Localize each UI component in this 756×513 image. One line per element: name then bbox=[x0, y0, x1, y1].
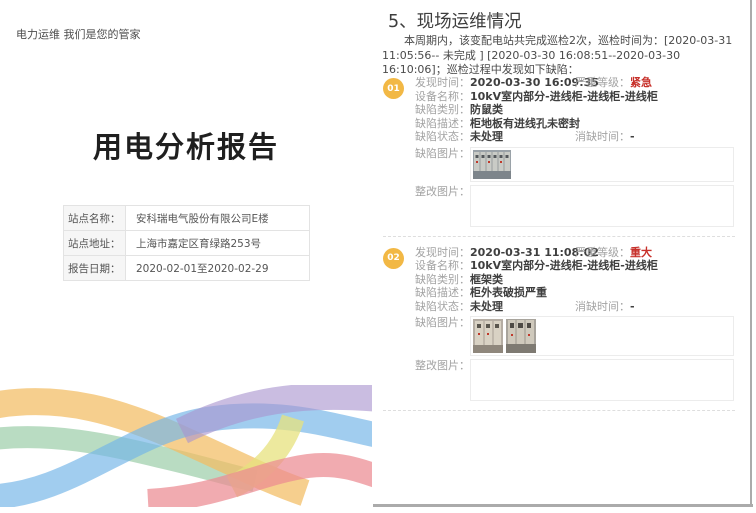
site-info-table: 站点名称： 安科瑞电气股份有限公司E楼 站点地址： 上海市嘉定区育绿路253号 … bbox=[63, 205, 310, 281]
found-time-label: 发现时间： bbox=[415, 76, 470, 89]
defect-status-label: 缺陷状态： bbox=[415, 130, 470, 143]
defect-status-label: 缺陷状态： bbox=[415, 300, 470, 313]
defect-status-value: 未处理 bbox=[470, 300, 503, 313]
clear-time-value: - bbox=[630, 300, 635, 313]
device-name-label: 设备名称： bbox=[415, 259, 470, 272]
table-row: 站点名称： 安科瑞电气股份有限公司E楼 bbox=[64, 206, 310, 231]
defect-record: 01 发现时间：2020-03-30 16:09:35 严重等级：紧急 设备名称… bbox=[383, 76, 735, 227]
severity-pair: 严重等级：重大 bbox=[575, 246, 652, 260]
rectify-photos-box bbox=[470, 359, 734, 401]
company-slogan: 电力运维 我们是您的管家 bbox=[16, 26, 141, 42]
severity-pair: 严重等级：紧急 bbox=[575, 76, 652, 90]
clear-time-pair: 消缺时间：- bbox=[575, 300, 635, 314]
defect-photos-box bbox=[470, 316, 734, 356]
report-viewer: 电力运维 我们是您的管家 用电分析报告 站点名称： 安科瑞电气股份有限公司E楼 … bbox=[0, 0, 756, 513]
defect-photo-thumbnail[interactable] bbox=[473, 150, 511, 179]
defect-index-badge: 01 bbox=[383, 78, 404, 99]
rectify-photos-label: 整改图片： bbox=[415, 359, 470, 373]
table-row: 报告日期： 2020-02-01至2020-02-29 bbox=[64, 256, 310, 281]
device-name-label: 设备名称： bbox=[415, 90, 470, 103]
vertical-scrollbar[interactable] bbox=[750, 0, 752, 504]
severity-label: 严重等级： bbox=[575, 246, 630, 259]
defect-desc-value: 柜地板有进线孔未密封 bbox=[470, 117, 580, 130]
severity-value: 紧急 bbox=[630, 76, 652, 89]
severity-value: 重大 bbox=[630, 246, 652, 259]
clear-time-label: 消缺时间： bbox=[575, 300, 630, 313]
rectify-photos-row: 整改图片： bbox=[415, 185, 735, 227]
horizontal-scrollbar[interactable] bbox=[373, 504, 753, 507]
section-title: 5、现场运维情况 bbox=[388, 8, 522, 33]
defect-photo-thumbnail[interactable] bbox=[506, 319, 536, 353]
site-address-label: 站点地址： bbox=[64, 231, 126, 256]
rectify-photos-label: 整改图片： bbox=[415, 185, 470, 199]
site-address-value: 上海市嘉定区育绿路253号 bbox=[126, 231, 310, 256]
defect-desc-value: 柜外表破损严重 bbox=[470, 286, 547, 299]
defect-photos-row: 缺陷图片： bbox=[415, 147, 735, 182]
defect-category-label: 缺陷类别： bbox=[415, 273, 470, 286]
device-name-value: 10kV室内部分-进线柜-进线柜-进线柜 bbox=[470, 259, 658, 272]
ops-page: 5、现场运维情况 本周期内，该变配电站共完成巡检2次，巡检时间为：[2020-0… bbox=[378, 0, 750, 504]
rectify-photos-box bbox=[470, 185, 734, 227]
clear-time-pair: 消缺时间：- bbox=[575, 130, 635, 144]
clear-time-value: - bbox=[630, 130, 635, 143]
defect-category-label: 缺陷类别： bbox=[415, 103, 470, 116]
report-date-label: 报告日期： bbox=[64, 256, 126, 281]
defect-desc-row: 缺陷描述：柜地板有进线孔未密封 bbox=[415, 117, 735, 131]
defect-index-badge: 02 bbox=[383, 248, 404, 269]
defect-list: 01 发现时间：2020-03-30 16:09:35 严重等级：紧急 设备名称… bbox=[383, 76, 735, 420]
defect-category-row: 缺陷类别：防鼠类 bbox=[415, 103, 735, 117]
device-name-row: 设备名称：10kV室内部分-进线柜-进线柜-进线柜 bbox=[415, 90, 735, 104]
report-title: 用电分析报告 bbox=[0, 124, 372, 166]
defect-category-row: 缺陷类别：框架类 bbox=[415, 273, 735, 287]
device-name-value: 10kV室内部分-进线柜-进线柜-进线柜 bbox=[470, 90, 658, 103]
inspection-summary: 本周期内，该变配电站共完成巡检2次，巡检时间为：[2020-03-31 11:0… bbox=[382, 34, 734, 78]
found-time-row: 发现时间：2020-03-31 11:08:02 严重等级：重大 bbox=[415, 246, 735, 260]
record-divider bbox=[383, 410, 735, 411]
defect-category-value: 防鼠类 bbox=[470, 103, 503, 116]
defect-record: 02 发现时间：2020-03-31 11:08:02 严重等级：重大 设备名称… bbox=[383, 246, 735, 402]
clear-time-label: 消缺时间： bbox=[575, 130, 630, 143]
found-time-label: 发现时间： bbox=[415, 246, 470, 259]
severity-label: 严重等级： bbox=[575, 76, 630, 89]
defect-status-row: 缺陷状态：未处理 消缺时间：- bbox=[415, 300, 735, 314]
found-time-row: 发现时间：2020-03-30 16:09:35 严重等级：紧急 bbox=[415, 76, 735, 90]
ribbon-waves-decoration bbox=[0, 385, 372, 507]
defect-photos-label: 缺陷图片： bbox=[415, 147, 470, 161]
defect-photo-thumbnail[interactable] bbox=[473, 319, 503, 353]
defect-photos-row: 缺陷图片： bbox=[415, 316, 735, 356]
device-name-row: 设备名称：10kV室内部分-进线柜-进线柜-进线柜 bbox=[415, 259, 735, 273]
site-name-value: 安科瑞电气股份有限公司E楼 bbox=[126, 206, 310, 231]
defect-desc-label: 缺陷描述： bbox=[415, 286, 470, 299]
defect-photos-label: 缺陷图片： bbox=[415, 316, 470, 330]
defect-category-value: 框架类 bbox=[470, 273, 503, 286]
cover-page: 电力运维 我们是您的管家 用电分析报告 站点名称： 安科瑞电气股份有限公司E楼 … bbox=[0, 0, 372, 513]
record-divider bbox=[383, 236, 735, 237]
table-row: 站点地址： 上海市嘉定区育绿路253号 bbox=[64, 231, 310, 256]
report-date-value: 2020-02-01至2020-02-29 bbox=[126, 256, 310, 281]
site-name-label: 站点名称： bbox=[64, 206, 126, 231]
defect-desc-row: 缺陷描述：柜外表破损严重 bbox=[415, 286, 735, 300]
defect-desc-label: 缺陷描述： bbox=[415, 117, 470, 130]
defect-status-row: 缺陷状态：未处理 消缺时间：- bbox=[415, 130, 735, 144]
defect-status-value: 未处理 bbox=[470, 130, 503, 143]
defect-photos-box bbox=[470, 147, 734, 182]
rectify-photos-row: 整改图片： bbox=[415, 359, 735, 401]
